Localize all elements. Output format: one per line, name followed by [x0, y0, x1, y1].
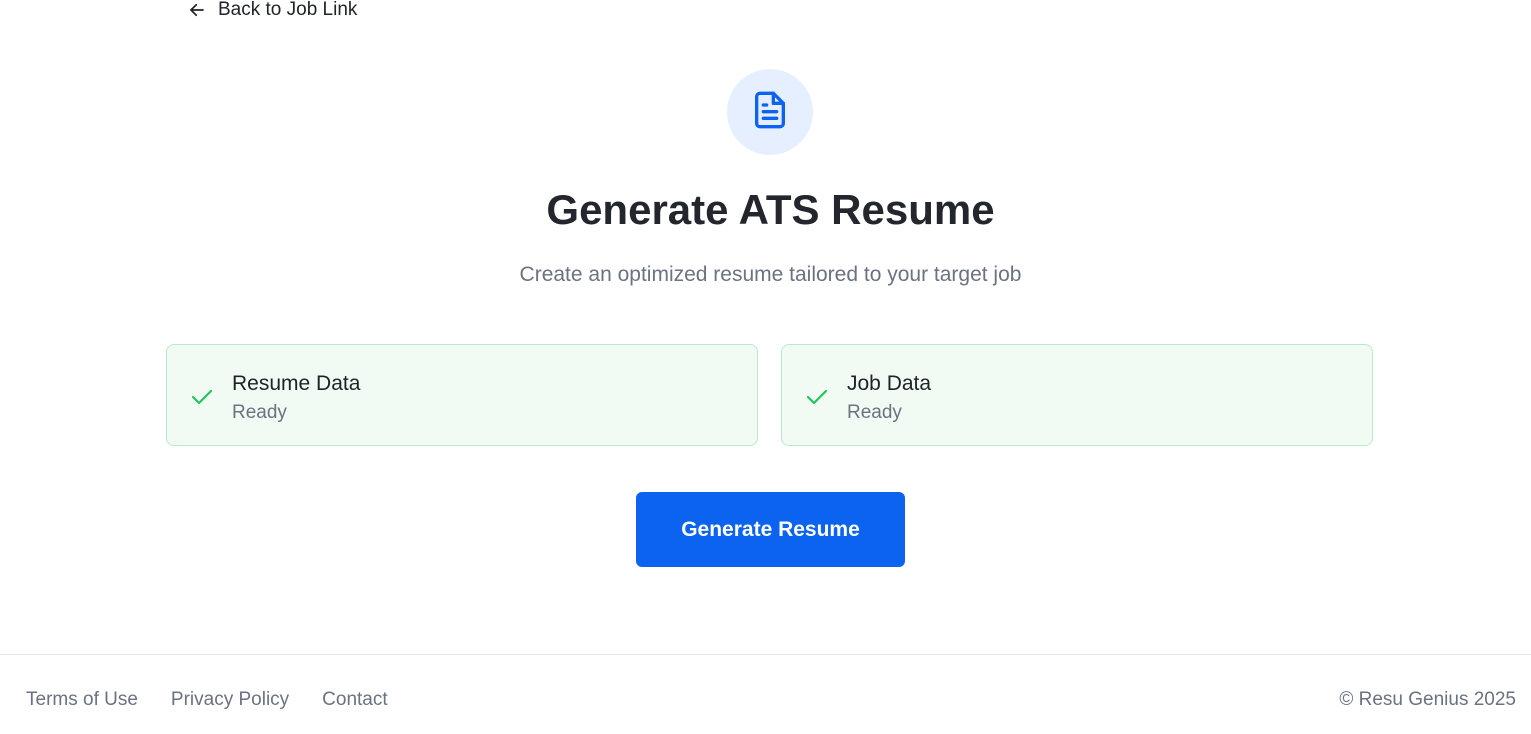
back-link-label: Back to Job Link — [218, 0, 358, 20]
resume-data-status-card: Resume Data Ready — [166, 344, 758, 446]
check-icon — [190, 385, 214, 414]
footer-links: Terms of Use Privacy Policy Contact — [26, 688, 388, 712]
arrow-left-icon — [188, 1, 206, 19]
status-card-label: Job Data — [847, 372, 932, 395]
footer: Terms of Use Privacy Policy Contact © Re… — [0, 654, 1531, 734]
footer-link-contact[interactable]: Contact — [322, 688, 387, 712]
copyright-text: © Resu Genius 2025 — [1339, 689, 1516, 710]
check-icon — [805, 385, 829, 414]
page-title: Generate ATS Resume — [546, 186, 995, 233]
hero-icon-badge — [727, 69, 813, 155]
file-text-icon — [750, 90, 790, 135]
generate-resume-button[interactable]: Generate Resume — [636, 492, 905, 567]
footer-link-terms[interactable]: Terms of Use — [26, 688, 138, 712]
back-to-job-link[interactable]: Back to Job Link — [188, 0, 357, 22]
job-data-status-card: Job Data Ready — [781, 344, 1373, 446]
footer-link-privacy[interactable]: Privacy Policy — [171, 688, 289, 712]
status-card-label: Resume Data — [232, 372, 361, 395]
page: Back to Job Link Generate ATS Resume Cre… — [0, 0, 1531, 734]
page-subtitle: Create an optimized resume tailored to y… — [519, 263, 1022, 286]
status-card-state: Ready — [847, 402, 902, 423]
status-card-state: Ready — [232, 402, 287, 423]
